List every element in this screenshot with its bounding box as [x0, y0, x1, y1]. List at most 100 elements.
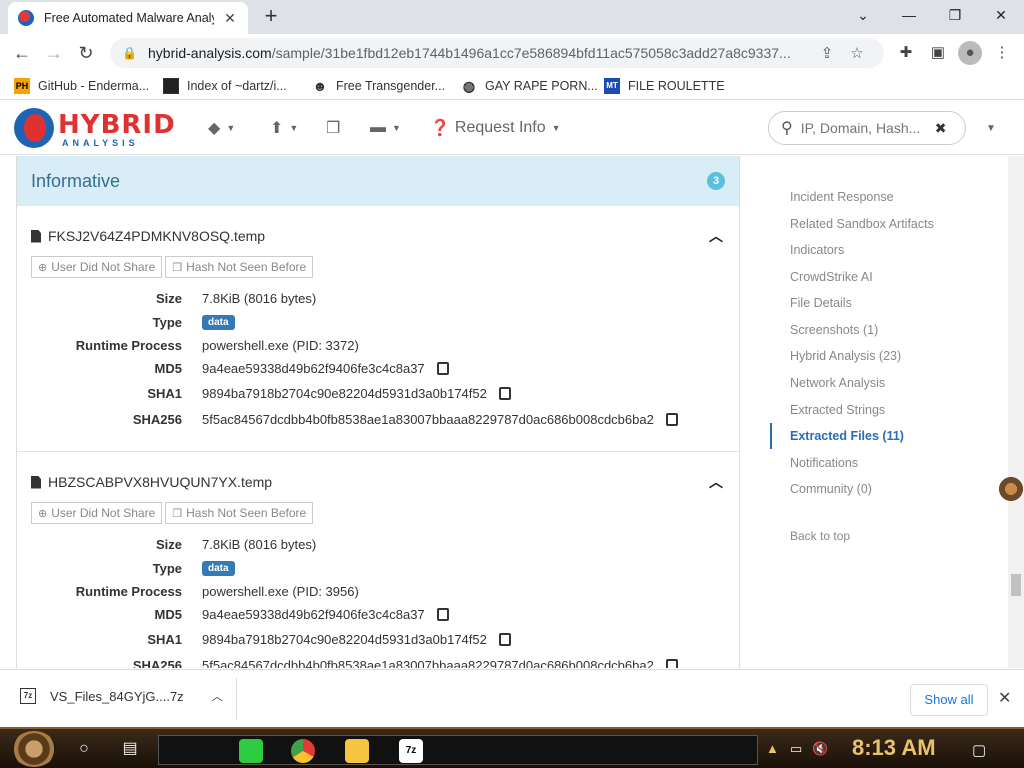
show-all-button[interactable]: Show all [910, 684, 988, 716]
download-circle-icon: ⊕ [38, 507, 48, 520]
sidebar-item-screenshots[interactable]: Screenshots (1) [790, 323, 878, 337]
menu-kebab-icon[interactable]: ⋮ [990, 41, 1014, 65]
task-view-icon[interactable]: ▤ [118, 737, 142, 761]
tab-search-chevron-icon[interactable]: ⌄ [840, 0, 886, 30]
cube-menu[interactable]: ◆ ▼ [208, 117, 235, 139]
close-download-bar-icon[interactable]: ✕ [998, 688, 1011, 708]
prop-key: Size [155, 290, 182, 306]
url-text[interactable]: hybrid-analysis.com/sample/31be1fbd12eb1… [148, 45, 812, 61]
folder-menu[interactable]: ▬ ▼ [370, 117, 401, 139]
prop-row-runtime: Runtime Process powershell.exe (PID: 3956… [17, 581, 737, 601]
back-button[interactable]: ← [8, 39, 36, 67]
volume-muted-icon[interactable]: 🔇 [812, 741, 828, 757]
request-info-menu[interactable]: ❓ Request Info ▼ [430, 117, 561, 139]
tags-row: ⊕ User Did Not Share ❐ Hash Not Seen Befor… [31, 502, 316, 524]
search-input[interactable] [800, 120, 931, 136]
panel-header: Informative 3 [17, 156, 739, 206]
profile-avatar[interactable]: ● [958, 41, 982, 65]
extensions-puzzle-icon[interactable]: ✚ [894, 41, 918, 65]
tab-title: Free Automated Malware Analy [44, 11, 214, 25]
extracted-files-panel: Informative 3 FKSJ2V64Z4PDMKNV8OSQ.temp … [16, 156, 740, 668]
clipboard-icon[interactable] [665, 658, 678, 668]
start-button[interactable] [12, 731, 56, 767]
file-name-row: HBZSCABPVX8HVUQUN7YX.temp [31, 474, 272, 490]
clipboard-icon[interactable] [436, 607, 449, 621]
chevron-down-icon: ▼ [551, 123, 561, 133]
clipboard-icon[interactable] [665, 412, 678, 426]
hybrid-analysis-logo[interactable]: HYBRID ANALYSIS [14, 108, 184, 150]
reload-button[interactable]: ↻ [72, 39, 100, 67]
lock-icon[interactable]: 🔒 [122, 46, 138, 60]
mask-icon: ☻ [312, 78, 328, 94]
bookmark-label: Free Transgender... [336, 79, 446, 93]
bookmark-star-icon[interactable]: ☆ [842, 44, 872, 62]
prop-row-sha256: SHA256 5f5ac84567dcdbb4b0fb8538ae1a83007b… [17, 655, 737, 668]
panel-title: Informative [31, 170, 121, 191]
bookmark-item[interactable]: ◍ GAY RAPE PORN... [461, 76, 598, 96]
header-chevron-down-icon[interactable]: ▼ [986, 123, 996, 134]
restore-button[interactable]: ❐ [932, 0, 978, 30]
bookmark-item[interactable]: ☻ Free Transgender... [312, 76, 445, 96]
sidebar-item-notifications[interactable]: Notifications [790, 456, 858, 470]
tab-close-icon[interactable]: ✕ [222, 10, 238, 27]
sheets-app-icon[interactable] [239, 739, 263, 763]
file-explorer-icon[interactable] [345, 739, 369, 763]
windows-taskbar: ○ ▤ 7z ▲ ▭ 🔇 8:13 AM ▢ [0, 727, 1024, 768]
chrome-app-icon[interactable] [291, 739, 315, 763]
side-panel-icon[interactable]: ▣ [926, 41, 950, 65]
tag-label: Hash Not Seen Before [186, 506, 307, 520]
clock[interactable]: 8:13 AM [852, 735, 936, 761]
bookmark-item[interactable]: PH GitHub - Enderma... [14, 76, 149, 96]
download-item[interactable]: 7z VS_Files_84GYjG....7z ︿ [20, 688, 223, 704]
type-label-badge: data [202, 560, 235, 576]
prop-key: Size [155, 536, 182, 552]
bookmark-item[interactable]: Index of ~dartz/i... [163, 76, 287, 96]
back-to-top-link[interactable]: Back to top [790, 529, 850, 543]
clipboard-icon[interactable] [436, 361, 449, 375]
chevron-down-icon: ▼ [289, 123, 299, 133]
minimize-button[interactable]: — [886, 0, 932, 30]
chevron-up-icon[interactable]: ︿ [212, 688, 223, 704]
user-share-tag: ⊕ User Did Not Share [31, 256, 163, 278]
sidebar-item-incident-response[interactable]: Incident Response [790, 190, 894, 204]
upload-menu[interactable]: ⬆ ▼ [270, 117, 298, 139]
globe-icon: ◍ [462, 78, 476, 94]
search-circle-icon[interactable]: ○ [72, 737, 96, 761]
sidebar-item-hybrid-analysis[interactable]: Hybrid Analysis (23) [790, 349, 901, 363]
collapse-chevron-up-icon[interactable]: ︿ [709, 472, 723, 492]
url-path: /sample/31be1fbd12eb1744b1496a1cc7e58689… [271, 45, 791, 61]
address-bar[interactable]: 🔒 hybrid-analysis.com/sample/31be1fbd12e… [110, 38, 884, 68]
prop-key: SHA1 [147, 385, 182, 401]
sidebar-item-related-artifacts[interactable]: Related Sandbox Artifacts [790, 217, 934, 231]
browser-tab[interactable]: Free Automated Malware Analy ✕ [8, 2, 248, 34]
sidebar-item-crowdstrike-ai[interactable]: CrowdStrike AI [790, 270, 873, 284]
scrollbar-thumb[interactable] [1011, 574, 1021, 596]
sidebar-item-indicators[interactable]: Indicators [790, 243, 844, 257]
bookmark-item[interactable]: MT FILE ROULETTE [604, 76, 725, 96]
clipboard-icon[interactable] [498, 632, 511, 646]
search-box[interactable]: ⚲ ✖ [768, 111, 966, 145]
page-scrollbar[interactable] [1008, 156, 1024, 668]
prop-value: 5f5ac84567dcdbb4b0fb8538ae1a83007bbaaa82… [202, 657, 654, 669]
sidebar-item-extracted-files[interactable]: Extracted Files (11) [790, 429, 904, 443]
share-icon[interactable]: ⇪ [812, 44, 842, 62]
sidebar-item-extracted-strings[interactable]: Extracted Strings [790, 403, 885, 417]
forward-button[interactable]: → [40, 39, 68, 67]
notification-center-icon[interactable]: ▢ [972, 741, 986, 759]
prop-row-type: Type data [17, 558, 737, 578]
clear-search-icon[interactable]: ✖ [935, 120, 947, 137]
sidebar-item-file-details[interactable]: File Details [790, 296, 852, 310]
sidebar-item-community[interactable]: Community (0) [790, 482, 872, 496]
7zip-app-icon[interactable]: 7z [399, 739, 423, 763]
collapse-chevron-up-icon[interactable]: ︿ [709, 226, 723, 246]
network-icon[interactable]: ▭ [790, 741, 802, 757]
files-button[interactable]: ❐ [326, 117, 340, 139]
new-tab-button[interactable]: + [258, 4, 284, 30]
prop-key: SHA1 [147, 631, 182, 647]
close-window-button[interactable]: ✕ [978, 0, 1024, 30]
prop-value: 7.8KiB (8016 bytes) [202, 536, 317, 552]
sidebar-item-network-analysis[interactable]: Network Analysis [790, 376, 885, 390]
clipboard-icon[interactable] [498, 386, 511, 400]
prop-value: 9894ba7918b2704c90e82204d5931d3a0b174f52 [202, 385, 487, 401]
tray-chevron-icon[interactable]: ▲ [766, 741, 779, 756]
